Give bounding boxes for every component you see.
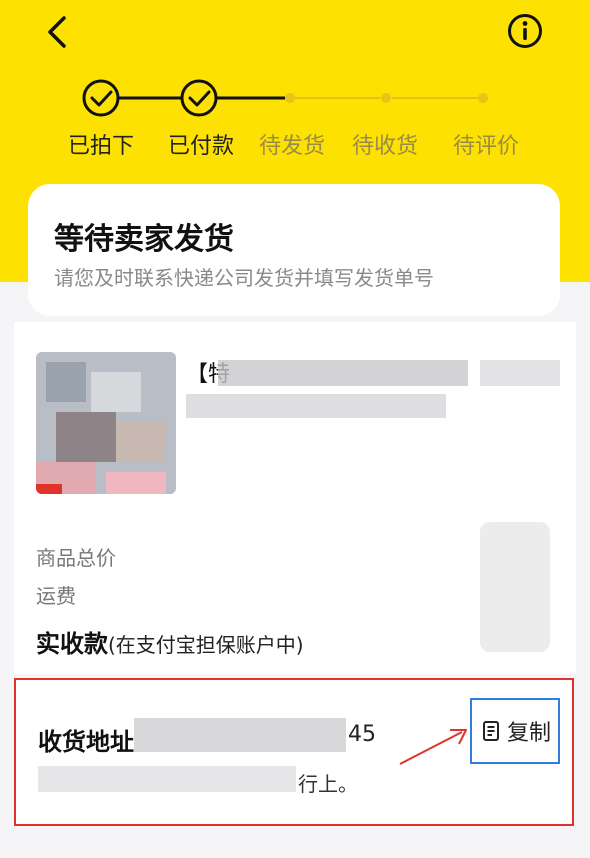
- info-icon[interactable]: [506, 12, 544, 50]
- shipping-address-section: 收货地址 45 行上。 复制: [14, 678, 574, 826]
- address-label: 收货地址: [38, 728, 134, 756]
- step-label-to-ship: 待发货: [258, 134, 325, 159]
- blurred-product-spec: [186, 394, 446, 418]
- blurred-address: [134, 718, 346, 752]
- step-label-to-review: 待评价: [452, 134, 519, 159]
- step-pending-dot: [478, 93, 488, 103]
- step-done-icon: [180, 79, 218, 117]
- actual-received-row: 实收款(在支付宝担保账户中): [36, 624, 304, 659]
- blurred-address-line: [38, 766, 296, 792]
- copy-icon: [482, 721, 499, 741]
- copy-address-button[interactable]: 复制: [470, 698, 560, 764]
- address-visible-tail: 45: [348, 722, 376, 747]
- shipping-label: 运费: [36, 584, 76, 608]
- step-label-paid: 已付款: [167, 134, 234, 159]
- step-label-ordered: 已拍下: [67, 134, 134, 159]
- escrow-note: (在支付宝担保账户中): [108, 633, 304, 657]
- product-thumbnail[interactable]: [36, 352, 176, 494]
- blurred-prices: [480, 522, 550, 652]
- total-price-label: 商品总价: [36, 546, 116, 570]
- actual-received-label: 实收款: [36, 630, 108, 658]
- status-subtitle: 请您及时联系快递公司发货并填写发货单号: [54, 266, 434, 290]
- status-title: 等待卖家发货: [54, 222, 234, 257]
- blurred-product-title: [480, 360, 560, 386]
- chevron-left-icon[interactable]: [36, 10, 80, 54]
- annotation-arrow: [399, 729, 467, 765]
- order-info-section: 【特 商品总价 运费 实收款(在支付宝担保账户中): [14, 322, 576, 674]
- copy-button-label: 复制: [506, 721, 551, 746]
- step-pending-dot: [285, 93, 295, 103]
- blurred-product-title: [218, 360, 468, 386]
- step-label-to-receive: 待收货: [351, 134, 418, 159]
- status-card: 等待卖家发货 请您及时联系快递公司发货并填写发货单号: [28, 184, 560, 316]
- step-pending-dot: [381, 93, 391, 103]
- step-done-icon: [82, 79, 120, 117]
- address-visible-end: 行上。: [298, 772, 358, 796]
